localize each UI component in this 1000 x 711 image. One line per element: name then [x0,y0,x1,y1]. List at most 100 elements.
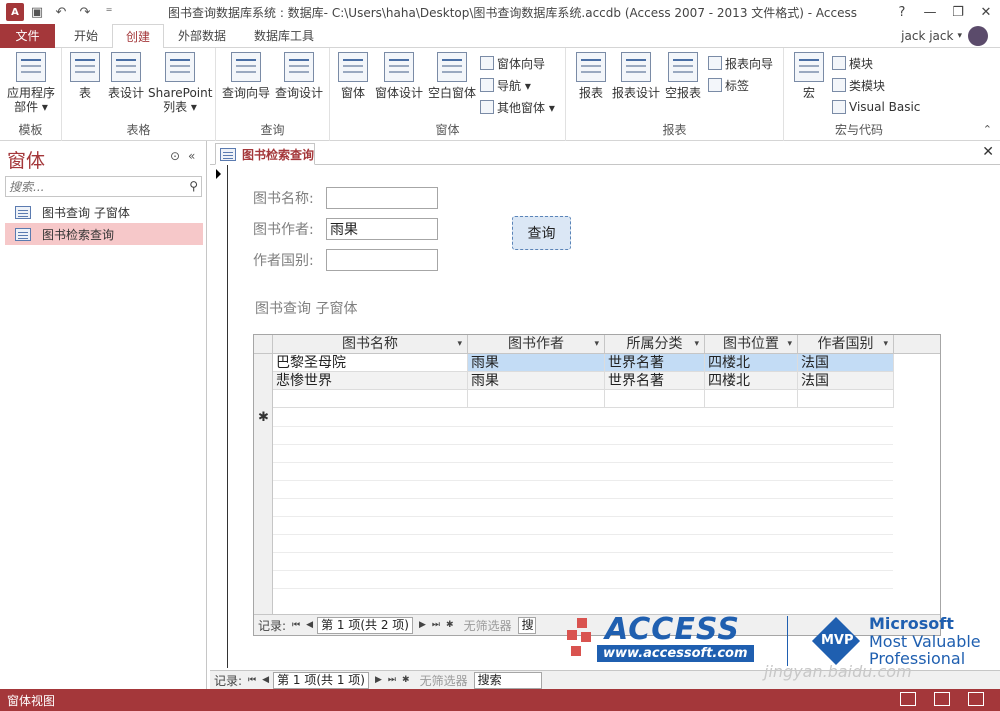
collapse-ribbon-icon[interactable]: ⌃ [983,123,992,136]
column-header-country[interactable]: 作者国别 ▾ [798,335,894,354]
tab-external-data[interactable]: 外部数据 [168,24,236,48]
document-tab[interactable]: 图书检索查询 [215,143,315,165]
cell-country[interactable]: 法国 [798,354,894,372]
nav-search-input[interactable] [6,177,176,196]
tab-database-tools[interactable]: 数据库工具 [246,24,322,48]
cell-author[interactable]: 雨果 [468,354,605,372]
cell-new[interactable] [273,390,468,408]
more-forms-button[interactable]: 其他窗体 ▾ [480,97,555,117]
close-button[interactable]: ✕ [972,0,1000,24]
form-design-button[interactable]: 窗体设计 [372,52,426,100]
cell-new[interactable] [468,390,605,408]
tab-create[interactable]: 创建 [112,24,164,49]
cell-author[interactable]: 雨果 [468,372,605,390]
blank-report-button[interactable]: 空报表 [662,52,704,100]
nav-pane-title[interactable]: 窗体 [7,146,45,173]
nav-menu-icon[interactable]: ⊙ [170,149,180,163]
new-record-nav-icon[interactable]: ✱ [446,620,454,630]
new-record-nav-icon[interactable]: ✱ [402,675,410,685]
module-button[interactable]: 模块 [832,53,873,73]
dropdown-arrow-icon[interactable]: ▾ [457,335,462,353]
cell-location[interactable]: 四楼北 [705,354,798,372]
close-document-icon[interactable]: ✕ [982,144,994,160]
dropdown-arrow-icon[interactable]: ▾ [883,335,888,353]
table-button[interactable]: 表 [68,52,102,100]
report-design-button[interactable]: 报表设计 [610,52,662,100]
user-account[interactable]: jack jack ▾ [901,24,988,48]
cell-category[interactable]: 世界名著 [605,372,705,390]
navigation-button[interactable]: 导航 ▾ [480,75,531,95]
column-header-author[interactable]: 图书作者 ▾ [468,335,605,354]
undo-icon[interactable]: ↶ [50,1,72,23]
main-search-input[interactable]: 搜索 [473,671,542,689]
last-record-icon[interactable]: ⏭ [388,675,396,685]
cell-new[interactable] [798,390,894,408]
tab-file[interactable]: 文件 [0,24,55,48]
no-filter-indicator[interactable]: 无筛选器 [420,672,468,689]
next-record-icon[interactable]: ▶ [375,675,382,685]
cell-new[interactable] [605,390,705,408]
table-row[interactable]: 巴黎圣母院 雨果 世界名著 四楼北 法国 [254,354,940,372]
nav-item-search-form[interactable]: 图书检索查询 [5,223,203,245]
table-design-button[interactable]: 表设计 [104,52,148,100]
application-parts-button[interactable]: 应用程序 部件 ▾ [4,52,58,114]
restore-button[interactable]: ❐ [944,0,972,24]
first-record-icon[interactable]: ⏮ [292,620,300,630]
form-view-icon[interactable] [900,692,916,706]
search-icon[interactable]: ⚲ [189,179,198,193]
tab-home[interactable]: 开始 [62,24,110,48]
cell-category[interactable]: 世界名著 [605,354,705,372]
query-design-button[interactable]: 查询设计 [272,52,326,100]
blank-form-button[interactable]: 空白窗体 [426,52,478,100]
subform-search-input[interactable]: 搜 [517,616,536,634]
report-button[interactable]: 报表 [574,52,608,100]
previous-record-icon[interactable]: ◀ [306,620,313,630]
record-selector[interactable] [210,165,228,668]
last-record-icon[interactable]: ⏭ [432,620,440,630]
layout-view-icon[interactable] [934,692,950,706]
book-author-input[interactable] [326,218,438,240]
redo-icon[interactable]: ↷ [74,1,96,23]
dropdown-arrow-icon[interactable]: ▾ [787,335,792,353]
table-row[interactable]: 悲惨世界 雨果 世界名著 四楼北 法国 [254,372,940,390]
group-label-tables: 表格 [126,123,151,137]
column-header-category[interactable]: 所属分类 ▾ [605,335,705,354]
next-record-icon[interactable]: ▶ [419,620,426,630]
query-button[interactable]: 查询 [512,216,571,250]
sharepoint-lists-button[interactable]: SharePoint 列表 ▾ [148,52,212,114]
form-wizard-button[interactable]: 窗体向导 [480,53,545,73]
form-button[interactable]: 窗体 [336,52,370,100]
first-record-icon[interactable]: ⏮ [248,675,256,685]
dropdown-arrow-icon[interactable]: ▾ [694,335,699,353]
nav-collapse-icon[interactable]: « [188,149,195,163]
minimize-button[interactable]: — [916,0,944,24]
query-wizard-button[interactable]: 查询向导 [220,52,272,100]
select-all-cell[interactable] [254,335,273,354]
cell-new[interactable] [705,390,798,408]
report-wizard-button[interactable]: 报表向导 [708,53,773,73]
record-position-box[interactable]: 第 1 项(共 1 项) [273,671,369,689]
column-header-book-name[interactable]: 图书名称 ▾ [273,335,468,354]
author-country-input[interactable] [326,249,438,271]
new-record-row[interactable] [254,390,940,408]
dropdown-arrow-icon[interactable]: ▾ [594,335,599,353]
previous-record-icon[interactable]: ◀ [262,675,269,685]
help-button[interactable]: ? [888,0,916,24]
customize-qat-icon[interactable]: ⁼ [98,1,120,23]
book-name-input[interactable] [326,187,438,209]
class-module-button[interactable]: 类模块 [832,75,885,95]
cell-book-name[interactable]: 悲惨世界 [273,372,468,390]
labels-button[interactable]: 标签 [708,75,749,95]
column-header-location[interactable]: 图书位置 ▾ [705,335,798,354]
cell-country[interactable]: 法国 [798,372,894,390]
report-label: 报表 [578,86,603,100]
nav-item-subform[interactable]: 图书查询 子窗体 [5,201,203,223]
macro-button[interactable]: 宏 [792,52,826,100]
visual-basic-button[interactable]: Visual Basic [832,97,920,117]
save-icon[interactable]: ▣ [26,1,48,23]
cell-book-name[interactable]: 巴黎圣母院 [273,354,468,372]
no-filter-indicator[interactable]: 无筛选器 [464,617,512,634]
design-view-icon[interactable] [968,692,984,706]
cell-location[interactable]: 四楼北 [705,372,798,390]
record-position-box[interactable]: 第 1 项(共 2 项) [317,616,413,634]
